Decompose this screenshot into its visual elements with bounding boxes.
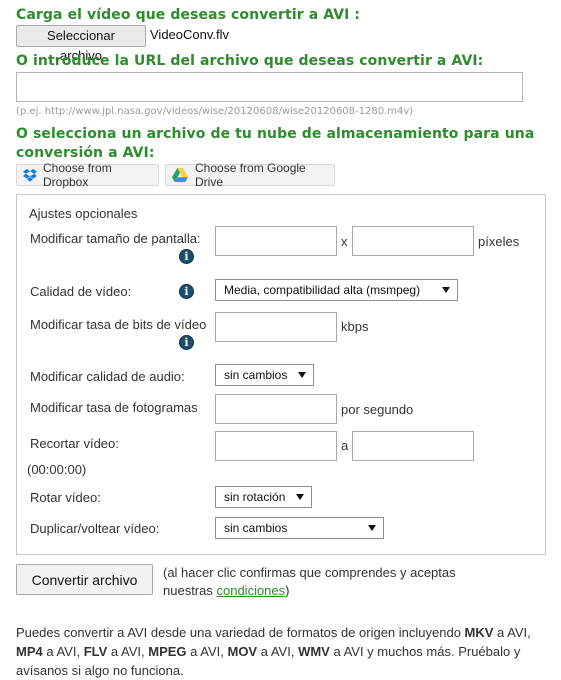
url-input[interactable] <box>16 72 523 102</box>
cloud-heading-line2: conversión a AVI: <box>16 145 155 161</box>
chevron-down-icon <box>296 494 304 500</box>
width-input[interactable] <box>215 226 337 256</box>
format-mkv: MKV <box>464 625 494 640</box>
trim-separator: a <box>341 438 349 453</box>
screen-size-info-icon[interactable]: i <box>179 249 194 264</box>
bitrate-info-icon[interactable]: i <box>179 335 194 350</box>
format-mpeg: MPEG <box>148 644 187 659</box>
footer-text-1: Puedes convertir a AVI desde una varieda… <box>16 625 465 640</box>
size-x-separator: x <box>341 234 348 249</box>
video-quality-info-icon[interactable]: i <box>179 284 194 299</box>
footer-text-5: a AVI, <box>186 644 228 659</box>
bitrate-unit-label: kbps <box>341 319 369 334</box>
bitrate-input[interactable] <box>215 312 337 342</box>
video-quality-select[interactable]: Media, compatibilidad alta (msmpeg) <box>215 279 458 301</box>
format-wmv: WMV <box>298 644 330 659</box>
flip-select[interactable]: sin cambios <box>215 517 384 539</box>
bitrate-label: Modificar tasa de bits de vídeo <box>30 317 207 332</box>
footer-description: Puedes convertir a AVI desde una varieda… <box>16 623 551 680</box>
select-file-button[interactable]: Seleccionar archivo <box>16 25 146 63</box>
trim-start-input[interactable] <box>215 431 337 461</box>
terms-link[interactable]: condiciones <box>216 583 285 598</box>
selected-file-name: VideoConv.flv <box>150 27 230 42</box>
format-flv: FLV <box>83 644 108 659</box>
audio-quality-selected: sin cambios <box>224 368 288 382</box>
framerate-unit-label: por segundo <box>341 402 414 417</box>
format-mp4: MP4 <box>16 644 43 659</box>
terms-note-line1: (al hacer clic confirmas que comprendes … <box>163 565 456 580</box>
rotate-selected: sin rotación <box>224 490 286 504</box>
footer-text-2: a AVI, <box>493 625 531 640</box>
format-mov: MOV <box>227 644 258 659</box>
dropbox-label: Choose from Dropbox <box>43 161 112 189</box>
chevron-down-icon <box>368 525 376 531</box>
video-quality-selected: Media, compatibilidad alta (msmpeg) <box>224 283 421 297</box>
terms-prefix: nuestras <box>163 583 217 598</box>
google-drive-button[interactable]: Choose from Google Drive <box>165 161 335 189</box>
height-input[interactable] <box>352 226 474 256</box>
chevron-down-icon <box>442 287 450 293</box>
framerate-label: Modificar tasa de fotogramas <box>30 400 198 415</box>
convert-file-button[interactable]: Convertir archivo <box>16 564 153 595</box>
video-quality-label: Calidad de vídeo: <box>30 284 132 299</box>
rotate-label: Rotar vídeo: <box>30 490 101 505</box>
flip-label: Duplicar/voltear vídeo: <box>30 521 160 536</box>
upload-heading: Carga el vídeo que deseas convertir a AV… <box>16 7 361 23</box>
terms-suffix: ) <box>285 583 290 598</box>
terms-note-line2: nuestras condiciones) <box>163 582 456 600</box>
google-drive-icon <box>172 168 188 182</box>
flip-selected: sin cambios <box>224 521 288 535</box>
url-example-hint: (p.ej. http://www.jpl.nasa.gov/videos/wi… <box>16 106 414 117</box>
google-drive-label: Choose from Google Drive <box>195 161 306 189</box>
footer-text-4: a AVI, <box>107 644 149 659</box>
dropbox-icon <box>23 168 37 182</box>
pixels-unit-label: píxeles <box>478 234 520 249</box>
optional-settings-title: Ajustes opcionales <box>29 206 138 221</box>
trim-label: Recortar vídeo: <box>30 436 119 451</box>
dropbox-button[interactable]: Choose from Dropbox <box>16 161 159 189</box>
trim-format-hint: (00:00:00) <box>27 462 87 477</box>
url-heading: O introduce la URL del archivo que desea… <box>16 53 484 69</box>
chevron-down-icon <box>298 372 306 378</box>
footer-text-3: a AVI, <box>42 644 84 659</box>
audio-quality-select[interactable]: sin cambios <box>215 364 314 386</box>
screen-size-label: Modificar tamaño de pantalla: <box>30 231 201 246</box>
convert-terms-note: (al hacer clic confirmas que comprendes … <box>163 564 456 600</box>
rotate-select[interactable]: sin rotación <box>215 486 312 508</box>
framerate-input[interactable] <box>215 394 337 424</box>
audio-quality-label: Modificar calidad de audio: <box>30 369 185 384</box>
trim-end-input[interactable] <box>352 431 474 461</box>
footer-text-6: a AVI, <box>257 644 299 659</box>
cloud-heading-line1: O selecciona un archivo de tu nube de al… <box>16 126 535 142</box>
